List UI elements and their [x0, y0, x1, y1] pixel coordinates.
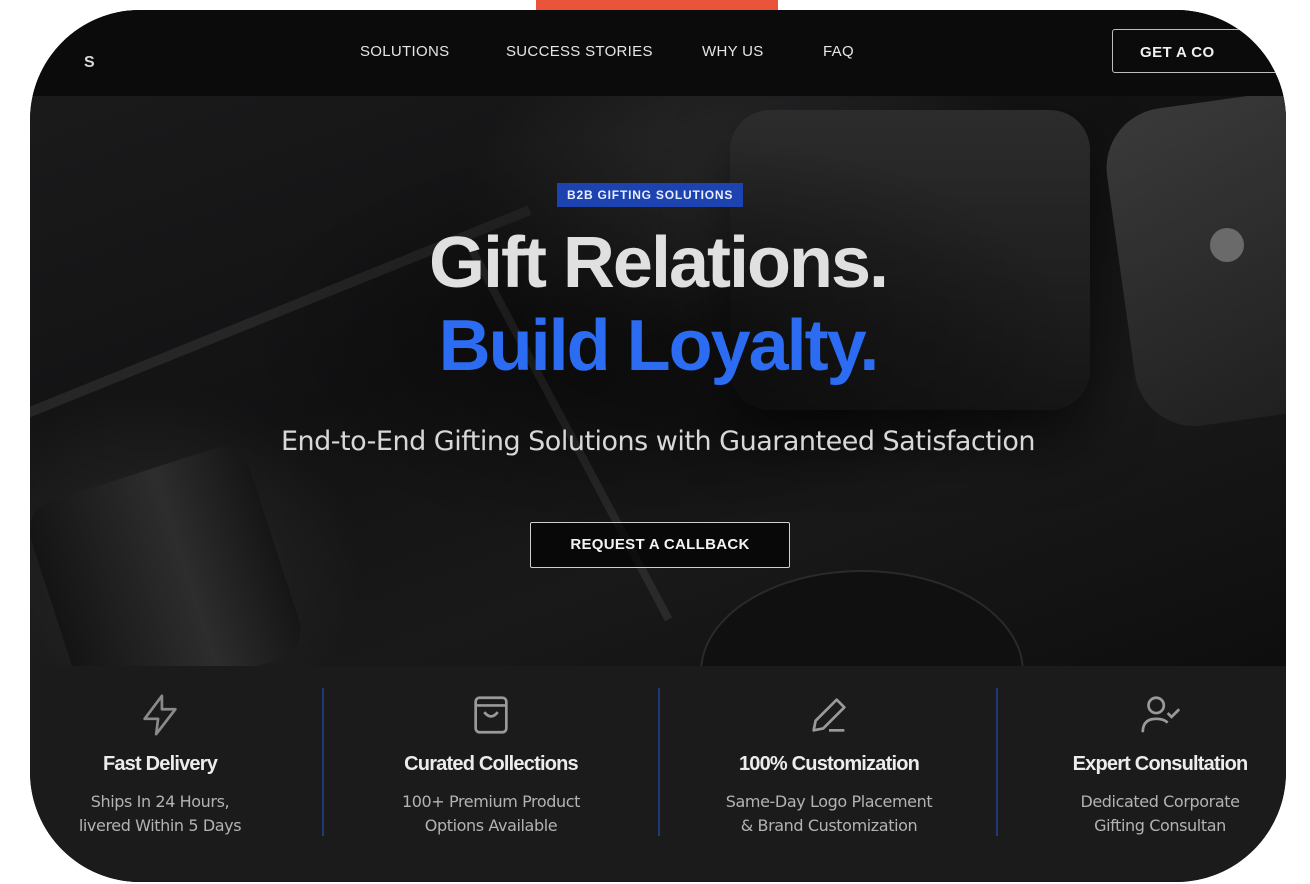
- nav-link-success-stories[interactable]: SUCCESS STORIES: [506, 43, 653, 60]
- nav-link-solutions[interactable]: SOLUTIONS: [360, 43, 449, 60]
- logo[interactable]: S: [84, 54, 95, 72]
- hero-headline-line2: Build Loyalty.: [438, 306, 880, 386]
- feature-expert-consultation: Expert Consultation Dedicated Corporate …: [1060, 666, 1260, 882]
- feature-description: Same-Day Logo Placement & Brand Customiz…: [725, 792, 933, 835]
- hero-subtitle: End-to-End Gifting Solutions with Guaran…: [281, 426, 1036, 457]
- pen-icon: [812, 698, 846, 732]
- lightning-icon: [143, 694, 177, 736]
- feature-divider: [996, 688, 998, 836]
- feature-curated-collections: Curated Collections 100+ Premium Product…: [360, 666, 622, 882]
- browser-viewport: B2B GIFTING SOLUTIONS Gift Relations. Bu…: [30, 10, 1286, 882]
- feature-title: Curated Collections: [404, 753, 579, 775]
- user-check-icon: [1141, 696, 1181, 733]
- feature-description: Dedicated Corporate Gifting Consultan: [1080, 792, 1240, 835]
- feature-title: Expert Consultation: [1072, 753, 1249, 775]
- feature-title: Fast Delivery: [102, 753, 218, 775]
- hero-headline-line1: Gift Relations.: [428, 223, 889, 303]
- shopping-bag-icon: [474, 696, 508, 734]
- features-strip: Fast Delivery Ships In 24 Hours, livered…: [30, 666, 1286, 882]
- feature-divider: [658, 688, 660, 836]
- nav-link-why-us[interactable]: WHY US: [702, 43, 764, 60]
- nav-link-faq[interactable]: FAQ: [823, 43, 854, 60]
- feature-description: Ships In 24 Hours, livered Within 5 Days: [78, 792, 242, 835]
- feature-title: 100% Customization: [738, 753, 920, 775]
- feature-description: 100+ Premium Product Options Available: [401, 792, 581, 835]
- feature-customization: 100% Customization Same-Day Logo Placeme…: [692, 666, 966, 882]
- request-callback-button[interactable]: REQUEST A CALLBACK: [530, 522, 790, 568]
- hero-badge: B2B GIFTING SOLUTIONS: [557, 183, 744, 207]
- hero-section: B2B GIFTING SOLUTIONS Gift Relations. Bu…: [30, 10, 1286, 774]
- feature-divider: [322, 688, 324, 836]
- top-navigation: S SOLUTIONS SUCCESS STORIES WHY US FAQ G…: [30, 10, 1286, 96]
- feature-fast-delivery: Fast Delivery Ships In 24 Hours, livered…: [30, 666, 290, 882]
- get-a-quote-button[interactable]: GET A CO: [1112, 29, 1286, 73]
